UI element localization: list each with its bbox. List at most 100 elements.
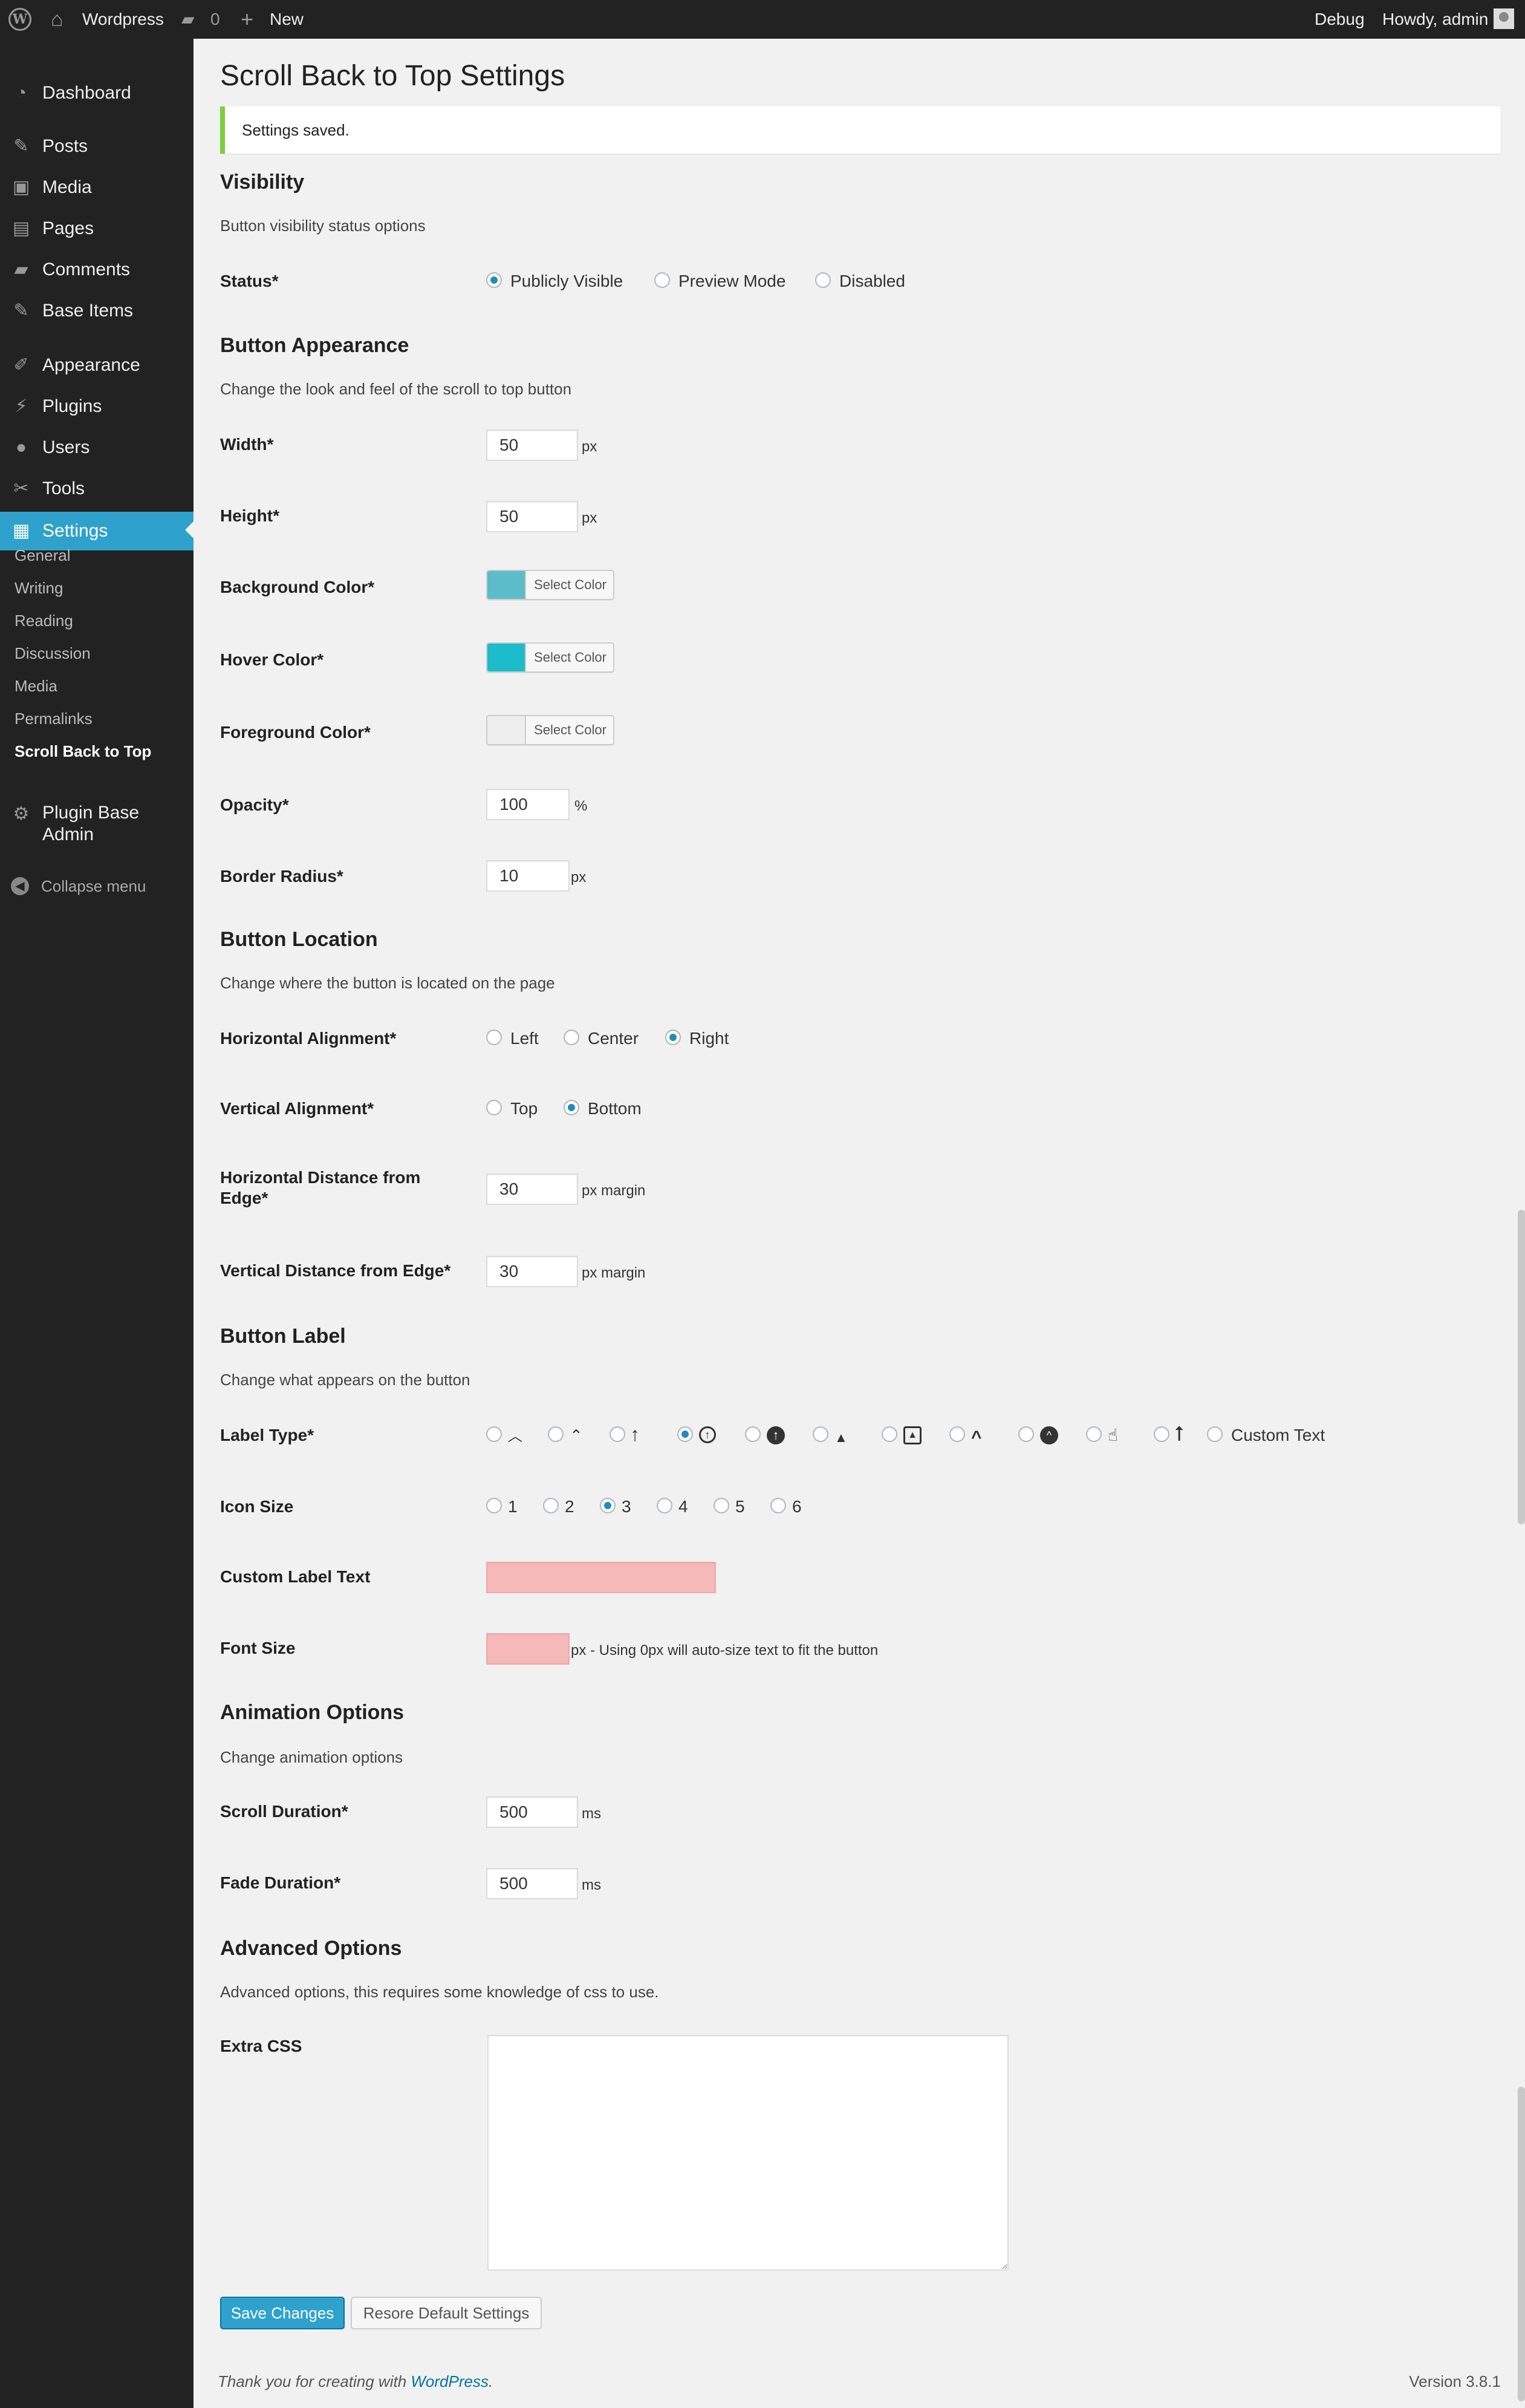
submenu-scroll-back-to-top[interactable]: Scroll Back to Top (15, 740, 151, 762)
extra-css-textarea[interactable] (487, 2035, 1009, 2271)
save-changes-button[interactable]: Save Changes (220, 2297, 345, 2329)
collapse-menu-link[interactable]: Collapse menu (41, 877, 146, 895)
dashboard-icon: ◔ (15, 83, 27, 103)
select-color-button[interactable]: Select Color (525, 571, 613, 599)
h-align-option-left: Left (510, 1029, 539, 1048)
menu-item-appearance[interactable]: ✐ Appearance (0, 347, 193, 383)
height-input[interactable]: 50 (486, 501, 578, 532)
submenu-permalinks[interactable]: Permalinks (15, 708, 93, 729)
menu-item-media[interactable]: ▣ Media (0, 169, 193, 206)
submenu-general[interactable]: General (15, 544, 71, 566)
label-type-radio-custom[interactable] (1207, 1426, 1223, 1442)
menu-item-users[interactable]: ● Users (0, 429, 193, 466)
h-align-radio-right[interactable] (665, 1029, 681, 1045)
site-name-link[interactable]: Wordpress (82, 0, 164, 39)
horizontal-distance-unit: px margin (582, 1183, 646, 1199)
menu-item-dashboard[interactable]: ◔ Dashboard (0, 75, 193, 111)
scroll-duration-label: Scroll Duration* (220, 1802, 348, 1821)
foreground-color-swatch[interactable] (487, 716, 525, 744)
square-arrow-up-icon: ▲ (903, 1426, 922, 1444)
status-radio-disabled[interactable] (815, 272, 831, 288)
comments-count[interactable]: 0 (210, 0, 220, 39)
h-align-radio-left[interactable] (486, 1029, 502, 1045)
menu-item-base-items[interactable]: ✎ Base Items (0, 293, 193, 329)
comment-icon[interactable]: ▰ (181, 0, 195, 39)
animation-section-title: Animation Options (220, 1701, 405, 1724)
icon-size-radio-6[interactable] (770, 1498, 786, 1513)
h-align-option-center: Center (588, 1029, 639, 1048)
visibility-section-desc: Button visibility status options (220, 217, 426, 235)
vertical-distance-input[interactable]: 30 (486, 1256, 578, 1287)
greeting-link[interactable]: Howdy, admin (1382, 0, 1488, 39)
debug-link[interactable]: Debug (1315, 0, 1365, 39)
h-align-radio-center[interactable] (564, 1029, 579, 1045)
border-radius-input[interactable]: 10 (486, 860, 570, 892)
status-radio-public[interactable] (486, 272, 502, 288)
fade-duration-input[interactable]: 500 (486, 1868, 578, 1899)
background-color-picker[interactable]: Select Color (486, 570, 614, 600)
menu-label: Appearance (42, 355, 140, 375)
status-radio-preview[interactable] (654, 272, 670, 288)
menu-item-pages[interactable]: ▤ Pages (0, 210, 193, 247)
label-type-radio-2[interactable] (548, 1426, 564, 1442)
icon-size-radio-2[interactable] (543, 1498, 559, 1513)
icon-size-label: Icon Size (220, 1497, 294, 1516)
label-type-radio-7[interactable] (882, 1426, 897, 1442)
icon-size-radio-3[interactable] (600, 1498, 616, 1513)
submenu-reading[interactable]: Reading (15, 610, 73, 631)
menu-item-plugins[interactable]: ⚡ Plugins (0, 388, 193, 425)
label-type-radio-3[interactable] (610, 1426, 625, 1442)
opacity-input[interactable]: 100 (486, 789, 570, 820)
custom-label-text-input[interactable] (486, 1562, 716, 1593)
wordpress-logo-icon[interactable]: W (8, 8, 31, 31)
label-type-radio-1[interactable] (486, 1426, 502, 1442)
home-icon[interactable]: ⌂ (51, 0, 63, 39)
menu-item-plugin-base-admin[interactable]: ⚙ Plugin Base Admin (0, 797, 193, 852)
label-type-radio-9[interactable] (1018, 1426, 1034, 1442)
advanced-section-desc: Advanced options, this requires some kno… (220, 1983, 659, 2001)
foreground-color-picker[interactable]: Select Color (486, 715, 614, 745)
label-type-radio-5[interactable] (745, 1426, 761, 1442)
select-color-button[interactable]: Select Color (525, 644, 613, 671)
v-align-radio-bottom[interactable] (564, 1100, 579, 1115)
icon-size-radio-4[interactable] (657, 1498, 672, 1513)
wordpress-link[interactable]: WordPress (411, 2372, 489, 2390)
advanced-section-title: Advanced Options (220, 1937, 402, 1960)
label-type-radio-11[interactable] (1154, 1426, 1169, 1442)
width-input[interactable]: 50 (486, 429, 578, 461)
label-section-title: Button Label (220, 1325, 346, 1348)
label-type-radio-8[interactable] (949, 1426, 965, 1442)
submenu-media[interactable]: Media (15, 675, 57, 697)
hover-color-picker[interactable]: Select Color (486, 642, 614, 673)
plus-icon[interactable]: + (241, 0, 253, 39)
menu-item-tools[interactable]: ✂ Tools (0, 471, 193, 507)
collapse-icon[interactable]: ◀ (11, 877, 29, 895)
hover-color-swatch[interactable] (487, 644, 525, 671)
icon-size-radio-5[interactable] (714, 1498, 729, 1513)
font-size-input[interactable] (486, 1633, 570, 1665)
status-option-preview: Preview Mode (678, 272, 786, 290)
select-color-button[interactable]: Select Color (525, 716, 613, 744)
background-color-swatch[interactable] (487, 571, 525, 599)
icon-size-radio-1[interactable] (486, 1498, 502, 1513)
menu-item-comments[interactable]: ▰ Comments (0, 252, 193, 288)
notice-text: Settings saved. (242, 121, 350, 139)
scroll-duration-input[interactable]: 500 (486, 1796, 578, 1828)
submenu-discussion[interactable]: Discussion (15, 642, 91, 664)
v-align-radio-top[interactable] (486, 1100, 502, 1115)
label-type-radio-10[interactable] (1086, 1426, 1102, 1442)
comment-icon: ▰ (14, 259, 28, 279)
submenu-writing[interactable]: Writing (15, 577, 63, 599)
menu-item-posts[interactable]: ✎ Posts (0, 128, 193, 165)
label-type-radio-6[interactable] (813, 1426, 828, 1442)
horizontal-distance-input[interactable]: 30 (486, 1173, 578, 1205)
scrollbar-thumb[interactable] (1518, 1210, 1525, 1524)
label-type-radio-4[interactable] (677, 1426, 693, 1442)
scrollbar-thumb-lower[interactable] (1518, 2087, 1525, 2401)
avatar[interactable] (1494, 8, 1514, 29)
footer-thanks-suffix: . (488, 2372, 493, 2390)
bold-chevron-up-icon: ^ (971, 1428, 982, 1447)
restore-defaults-button[interactable]: Resore Default Settings (351, 2297, 542, 2329)
icon-size-option-5: 5 (735, 1497, 745, 1516)
new-link[interactable]: New (270, 0, 304, 39)
